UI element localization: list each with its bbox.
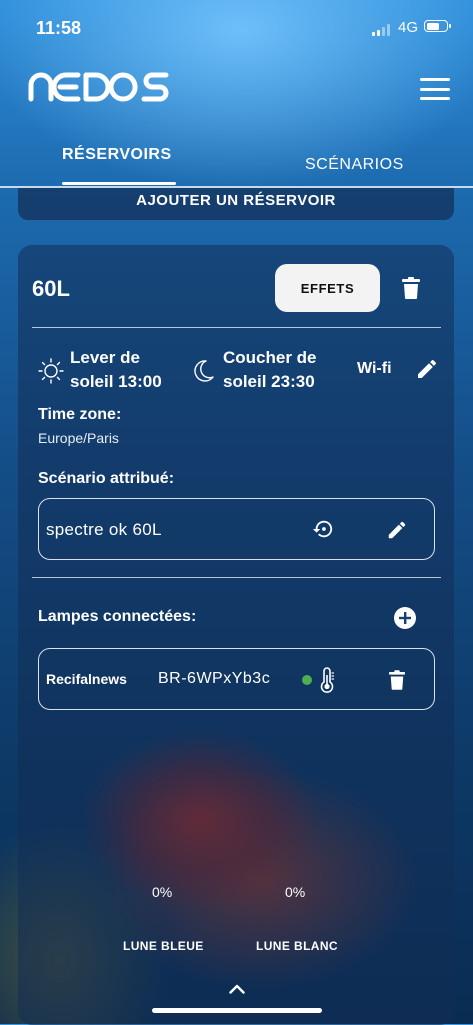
- add-tank-button[interactable]: AJOUTER UN RÉSERVOIR: [18, 188, 454, 220]
- lamp-id: BR-6WPxYb3c: [158, 670, 271, 687]
- add-lamp-icon[interactable]: [394, 607, 416, 629]
- chevron-up-icon[interactable]: [229, 984, 245, 994]
- signal-icon: [372, 24, 390, 36]
- edit-scenario-icon[interactable]: [386, 519, 408, 541]
- divider: [32, 327, 441, 328]
- restore-icon[interactable]: [312, 518, 334, 540]
- thermometer-icon: [320, 667, 334, 693]
- nedos-logo-icon: [28, 72, 169, 102]
- status-bar: 11:58 4G: [0, 0, 473, 54]
- home-indicator: [152, 1008, 322, 1013]
- scenario-value: spectre ok 60L: [46, 520, 162, 539]
- hamburger-menu-icon[interactable]: [420, 78, 450, 100]
- app-logo: [28, 72, 170, 111]
- tank-name: 60L: [32, 276, 70, 301]
- delete-tank-icon[interactable]: [402, 277, 420, 299]
- status-time: 11:58: [36, 18, 82, 38]
- white-moon-label: LUNE BLANC: [256, 939, 338, 953]
- edit-wifi-icon[interactable]: [415, 357, 439, 381]
- sunset-time: Coucher de soleil 23:30: [223, 348, 317, 391]
- network-type: 4G: [398, 19, 419, 36]
- active-tab-indicator: [62, 182, 176, 185]
- timezone-label: Time zone:: [38, 406, 122, 423]
- divider: [32, 577, 441, 578]
- sunrise-time: Lever de soleil 13:00: [70, 348, 162, 391]
- white-moon-value: 0%: [285, 884, 306, 900]
- lamp-brand: Recifalnews: [46, 671, 127, 687]
- tab-reservoirs[interactable]: RÉSERVOIRS: [62, 146, 172, 164]
- battery-icon: [424, 20, 451, 32]
- blue-moon-label: LUNE BLEUE: [123, 939, 204, 953]
- lamps-label: Lampes connectées:: [38, 608, 197, 625]
- wifi-label: Wi-fi: [357, 360, 392, 377]
- moon-icon: [194, 360, 214, 382]
- sunrise-icon: [38, 358, 64, 384]
- blue-moon-value: 0%: [152, 884, 173, 900]
- delete-lamp-icon[interactable]: [389, 670, 405, 690]
- tab-scenarios[interactable]: SCÉNARIOS: [305, 156, 404, 174]
- timezone-value: Europe/Paris: [38, 430, 119, 446]
- lamp-status-dot: [302, 675, 312, 685]
- effects-button[interactable]: EFFETS: [275, 264, 380, 312]
- scenario-label: Scénario attribué:: [38, 470, 175, 487]
